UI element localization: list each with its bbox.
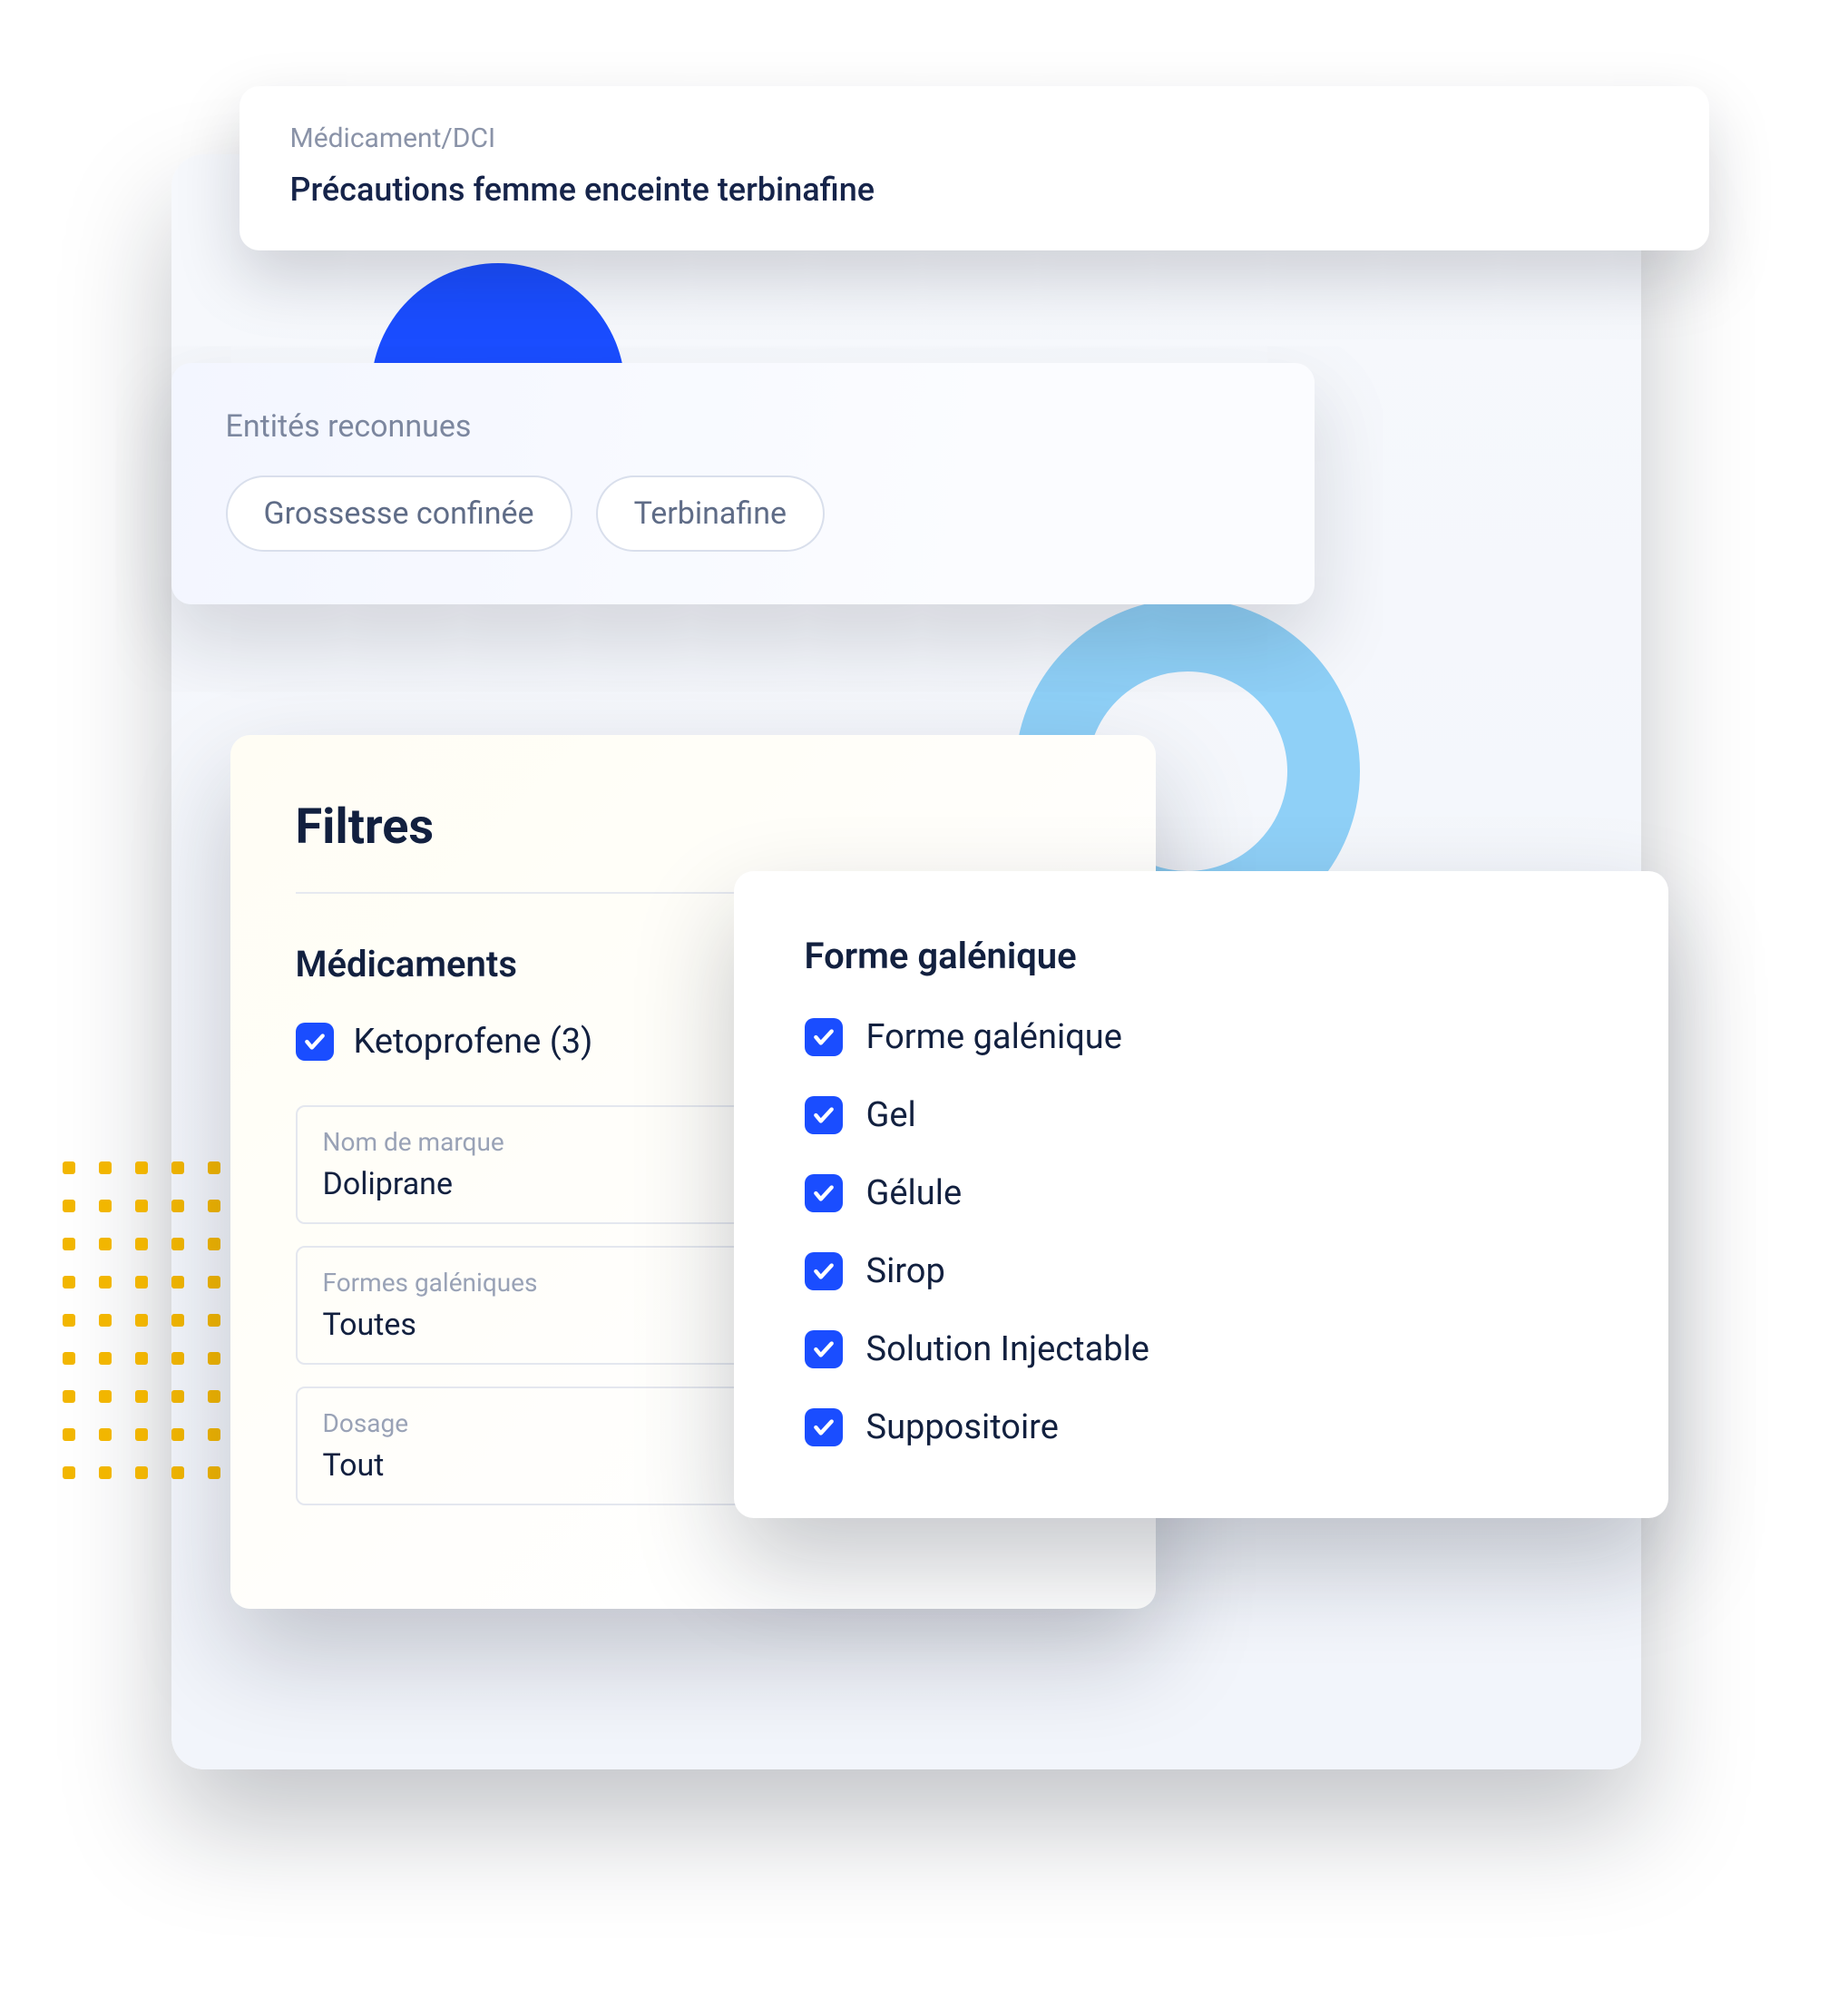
forme-checkbox-row[interactable]: Gel: [805, 1095, 1598, 1135]
forme-heading: Forme galénique: [805, 935, 1598, 977]
checkbox-checked-icon[interactable]: [805, 1018, 843, 1056]
entities-card: Entités reconnues Grossesse confinée Ter…: [171, 363, 1315, 604]
forme-item-label: Sirop: [866, 1251, 945, 1291]
medication-label: Ketoprofene (3): [354, 1022, 593, 1062]
forme-checkbox-row[interactable]: Forme galénique: [805, 1017, 1598, 1057]
search-label: Médicament/DCI: [290, 122, 1658, 154]
forme-checkbox-row[interactable]: Sirop: [805, 1251, 1598, 1291]
entity-pill[interactable]: Terbinafine: [596, 475, 825, 552]
entity-pill-row: Grossesse confinée Terbinafine: [226, 475, 1260, 552]
forme-item-label: Suppositoire: [866, 1407, 1059, 1447]
forme-checkbox-row[interactable]: Suppositoire: [805, 1407, 1598, 1447]
checkbox-checked-icon[interactable]: [805, 1096, 843, 1134]
forme-item-label: Forme galénique: [866, 1017, 1122, 1057]
forme-item-label: Gélule: [866, 1173, 963, 1213]
checkbox-checked-icon[interactable]: [805, 1174, 843, 1212]
checkbox-checked-icon[interactable]: [805, 1330, 843, 1368]
forme-item-label: Gel: [866, 1095, 916, 1135]
entities-title: Entités reconnues: [226, 408, 1260, 445]
checkbox-checked-icon[interactable]: [805, 1252, 843, 1290]
checkbox-checked-icon[interactable]: [805, 1408, 843, 1446]
search-card[interactable]: Médicament/DCI Précautions femme enceint…: [240, 86, 1709, 250]
filters-heading: Filtres: [296, 799, 1090, 856]
forme-galenique-card: Forme galénique Forme galénique Gel Gélule…: [734, 871, 1668, 1518]
forme-checkbox-row[interactable]: Solution Injectable: [805, 1329, 1598, 1369]
checkbox-checked-icon[interactable]: [296, 1023, 334, 1061]
search-value[interactable]: Précautions femme enceinte terbinafine: [290, 171, 1658, 209]
entity-pill[interactable]: Grossesse confinée: [226, 475, 572, 552]
forme-checkbox-row[interactable]: Gélule: [805, 1173, 1598, 1213]
forme-item-label: Solution Injectable: [866, 1329, 1149, 1369]
